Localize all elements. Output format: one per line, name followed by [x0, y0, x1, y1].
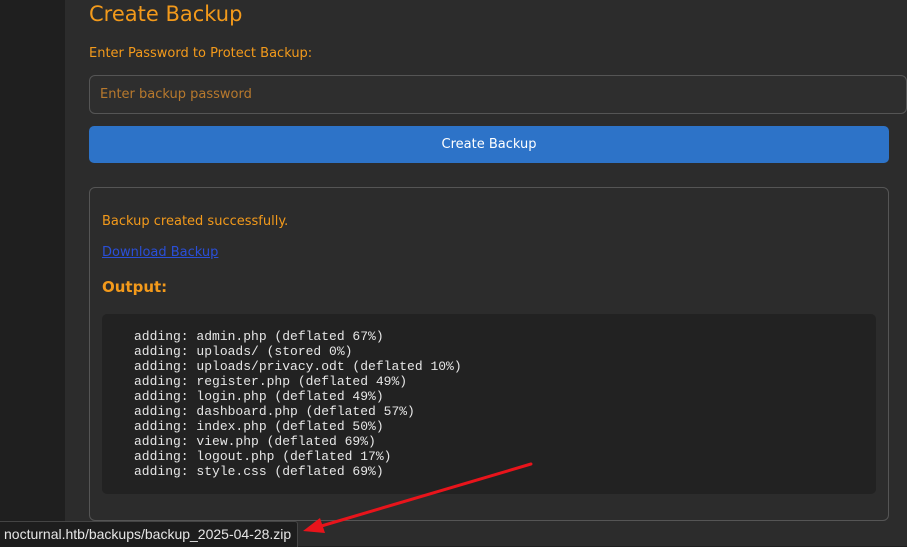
output-line: adding: style.css (deflated 69%) [134, 464, 384, 479]
output-line: adding: dashboard.php (deflated 57%) [134, 404, 415, 419]
output-console: adding: admin.php (deflated 67%) adding: … [102, 314, 876, 494]
success-message: Backup created successfully. [102, 214, 289, 229]
create-backup-button[interactable]: Create Backup [89, 126, 889, 163]
output-line: adding: uploads/ (stored 0%) [134, 344, 353, 359]
output-line: adding: view.php (deflated 69%) [134, 434, 376, 449]
link-status-bar: nocturnal.htb/backups/backup_2025-04-28.… [0, 521, 299, 547]
page-title: Create Backup [89, 2, 243, 26]
password-label: Enter Password to Protect Backup: [89, 46, 313, 61]
left-gutter [0, 0, 65, 546]
output-heading: Output: [102, 278, 168, 296]
output-line: adding: admin.php (deflated 67%) [134, 329, 384, 344]
backup-panel: Create Backup Enter Password to Protect … [65, 0, 907, 546]
backup-result-box: Backup created successfully. Download Ba… [89, 187, 889, 521]
output-line: adding: uploads/privacy.odt (deflated 10… [134, 359, 462, 374]
output-line: adding: register.php (deflated 49%) [134, 374, 408, 389]
output-line: adding: logout.php (deflated 17%) [134, 449, 392, 464]
output-line: adding: login.php (deflated 49%) [134, 389, 384, 404]
download-backup-link[interactable]: Download Backup [102, 245, 218, 260]
output-line: adding: index.php (deflated 50%) [134, 419, 384, 434]
backup-password-input[interactable] [89, 75, 907, 114]
